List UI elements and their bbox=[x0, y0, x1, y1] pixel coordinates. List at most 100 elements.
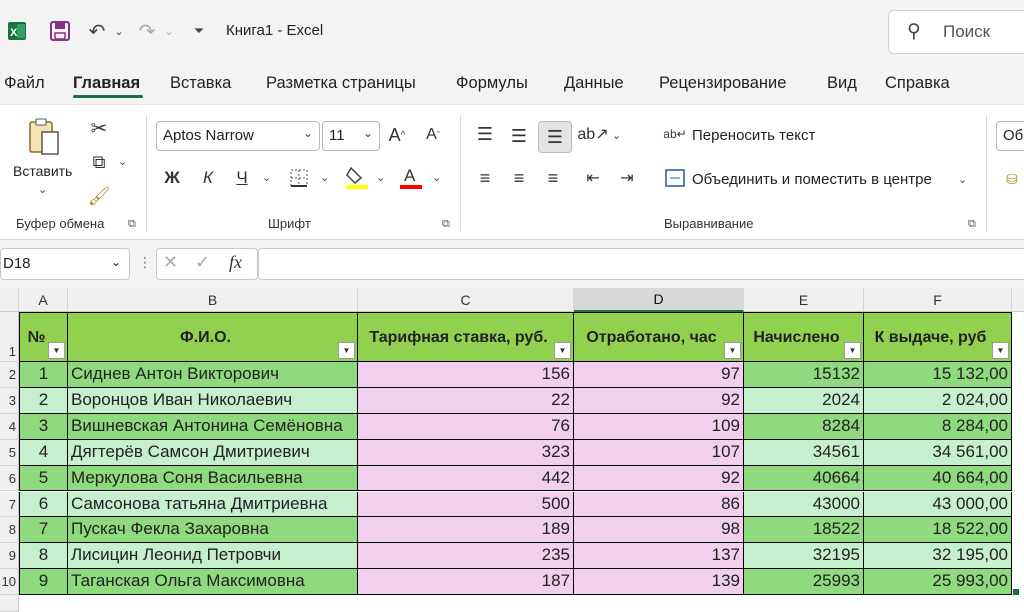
cell-d[interactable]: 92 bbox=[574, 465, 744, 492]
cell-e[interactable]: 34561 bbox=[744, 439, 864, 466]
font-name-combo[interactable]: Aptos Narrow ⌄ bbox=[156, 121, 320, 151]
more-options-icon[interactable]: ⋮ bbox=[138, 254, 152, 271]
formula-input[interactable] bbox=[258, 248, 1024, 280]
filter-dropdown-icon[interactable]: ▼ bbox=[724, 342, 741, 359]
align-center-icon[interactable]: ≡ bbox=[506, 165, 532, 191]
clipboard-launcher-icon[interactable]: ⧉ bbox=[128, 218, 136, 231]
row-header[interactable] bbox=[0, 595, 19, 612]
tab-page-layout[interactable]: Разметка страницы bbox=[266, 74, 416, 93]
underline-dropdown-icon[interactable]: ⌄ bbox=[262, 171, 271, 184]
bold-button[interactable]: Ж bbox=[160, 165, 184, 191]
font-color-icon[interactable]: A bbox=[398, 163, 424, 191]
cell-b[interactable]: Меркулова Соня Васильевна bbox=[68, 465, 358, 492]
cell-e[interactable]: 15132 bbox=[744, 362, 864, 388]
cell-f[interactable]: 18 522,00 bbox=[864, 517, 1012, 544]
fill-handle[interactable] bbox=[1013, 589, 1019, 596]
cell-c[interactable]: 235 bbox=[358, 543, 574, 570]
cut-icon[interactable]: ✂ bbox=[86, 115, 112, 141]
column-header-g[interactable] bbox=[1012, 288, 1024, 312]
merge-dropdown-icon[interactable]: ⌄ bbox=[958, 173, 967, 186]
cell-f[interactable]: 34 561,00 bbox=[864, 439, 1012, 466]
cell-f[interactable]: 2 024,00 bbox=[864, 387, 1012, 414]
search-input[interactable]: ⚲ Поиск bbox=[888, 10, 1024, 54]
filter-dropdown-icon[interactable]: ▼ bbox=[992, 342, 1009, 359]
filter-dropdown-icon[interactable]: ▼ bbox=[554, 342, 571, 359]
cell-b[interactable]: Дягтерёв Самсон Дмитриевич bbox=[68, 439, 358, 466]
orientation-icon[interactable]: ab↗ bbox=[577, 121, 608, 147]
alignment-launcher-icon[interactable]: ⧉ bbox=[968, 218, 976, 231]
decrease-font-size-icon[interactable]: Aˇ bbox=[420, 121, 446, 149]
wrap-text-icon[interactable]: ab↵ bbox=[663, 123, 686, 145]
cell-a[interactable]: 3 bbox=[19, 413, 68, 440]
row-header[interactable]: 10 bbox=[0, 569, 19, 596]
cell-b[interactable]: Таганская Ольга Максимовна bbox=[68, 569, 358, 596]
copy-dropdown-icon[interactable]: ⌄ bbox=[118, 155, 127, 168]
cell-b[interactable]: Самсонова татьяна Дмитриевна bbox=[68, 491, 358, 518]
cell-d[interactable]: 92 bbox=[574, 387, 744, 414]
cancel-icon[interactable]: ✕ bbox=[163, 252, 178, 273]
row-header[interactable]: 6 bbox=[0, 465, 19, 492]
cell-c[interactable]: 442 bbox=[358, 465, 574, 492]
column-header-f[interactable]: F bbox=[864, 288, 1012, 312]
cell-e[interactable]: 8284 bbox=[744, 413, 864, 440]
cell-f[interactable]: 25 993,00 bbox=[864, 569, 1012, 596]
cell-b[interactable]: Сиднев Антон Викторович bbox=[68, 362, 358, 388]
format-painter-icon[interactable]: 🖌 bbox=[86, 183, 112, 209]
cell-c[interactable]: 22 bbox=[358, 387, 574, 414]
tab-view[interactable]: Вид bbox=[827, 74, 857, 93]
customize-toolbar-icon[interactable]: ⏷ bbox=[190, 12, 208, 50]
column-header-d[interactable]: D bbox=[574, 288, 744, 312]
fill-color-icon[interactable] bbox=[344, 163, 370, 191]
tab-formulas[interactable]: Формулы bbox=[456, 74, 528, 93]
cell-a[interactable]: 1 bbox=[19, 362, 68, 388]
paste-dropdown-icon[interactable]: ⌄ bbox=[38, 183, 47, 196]
cell-f[interactable]: 43 000,00 bbox=[864, 491, 1012, 518]
cell-a[interactable]: 5 bbox=[19, 465, 68, 492]
cell-a[interactable]: 8 bbox=[19, 543, 68, 570]
tab-home[interactable]: Главная bbox=[73, 74, 140, 93]
align-left-icon[interactable]: ≡ bbox=[472, 165, 498, 191]
cell-d[interactable]: 86 bbox=[574, 491, 744, 518]
increase-font-size-icon[interactable]: A ^ bbox=[384, 121, 410, 149]
cell-c[interactable]: 76 bbox=[358, 413, 574, 440]
font-color-dropdown-icon[interactable]: ⌄ bbox=[432, 171, 441, 184]
redo-icon[interactable]: ↷ bbox=[134, 12, 160, 50]
header-cell-f[interactable]: К выдаче, руб ▼ bbox=[864, 312, 1012, 362]
cell-d[interactable]: 97 bbox=[574, 362, 744, 388]
cell-a[interactable]: 6 bbox=[19, 491, 68, 518]
cell-d[interactable]: 109 bbox=[574, 413, 744, 440]
row-header[interactable]: 1 bbox=[0, 312, 19, 362]
cell-c[interactable]: 187 bbox=[358, 569, 574, 596]
row-header[interactable]: 7 bbox=[0, 491, 19, 518]
italic-button[interactable]: К bbox=[196, 165, 220, 191]
enter-icon[interactable]: ✓ bbox=[195, 252, 210, 273]
cell-a[interactable]: 4 bbox=[19, 439, 68, 466]
undo-icon[interactable]: ↶ bbox=[84, 12, 110, 50]
cell-d[interactable]: 137 bbox=[574, 543, 744, 570]
borders-icon[interactable] bbox=[286, 165, 312, 191]
font-size-combo[interactable]: 11 ⌄ bbox=[322, 121, 380, 151]
decrease-indent-icon[interactable]: ⇤ bbox=[580, 165, 606, 191]
filter-dropdown-icon[interactable]: ▼ bbox=[844, 342, 861, 359]
accounting-format-icon[interactable]: ⛁ bbox=[1000, 167, 1024, 191]
orientation-dropdown-icon[interactable]: ⌄ bbox=[612, 129, 621, 142]
align-top-icon[interactable]: ☰ bbox=[472, 121, 498, 147]
row-header[interactable]: 9 bbox=[0, 543, 19, 570]
fill-color-dropdown-icon[interactable]: ⌄ bbox=[376, 171, 385, 184]
name-box[interactable]: D18 ⌄ bbox=[0, 248, 130, 280]
header-cell-e[interactable]: Начислено ▼ bbox=[744, 312, 864, 362]
cell-d[interactable]: 139 bbox=[574, 569, 744, 596]
column-header-b[interactable]: B bbox=[68, 288, 358, 312]
worksheet-grid[interactable]: A B C D E F 1 № ▼ Ф.И.О. ▼ Тарифная ставка, р… bbox=[0, 288, 1024, 612]
column-header-e[interactable]: E bbox=[744, 288, 864, 312]
row-header[interactable]: 4 bbox=[0, 413, 19, 440]
align-right-icon[interactable]: ≡ bbox=[540, 165, 566, 191]
cell-f[interactable]: 40 664,00 bbox=[864, 465, 1012, 492]
paste-button-label[interactable]: Вставить bbox=[13, 163, 72, 179]
cell-e[interactable]: 32195 bbox=[744, 543, 864, 570]
filter-dropdown-icon[interactable]: ▼ bbox=[338, 342, 355, 359]
tab-insert[interactable]: Вставка bbox=[170, 74, 231, 93]
cell-c[interactable]: 323 bbox=[358, 439, 574, 466]
wrap-text-button[interactable]: Переносить текст bbox=[692, 127, 815, 144]
header-cell-a[interactable]: № ▼ bbox=[19, 312, 68, 362]
